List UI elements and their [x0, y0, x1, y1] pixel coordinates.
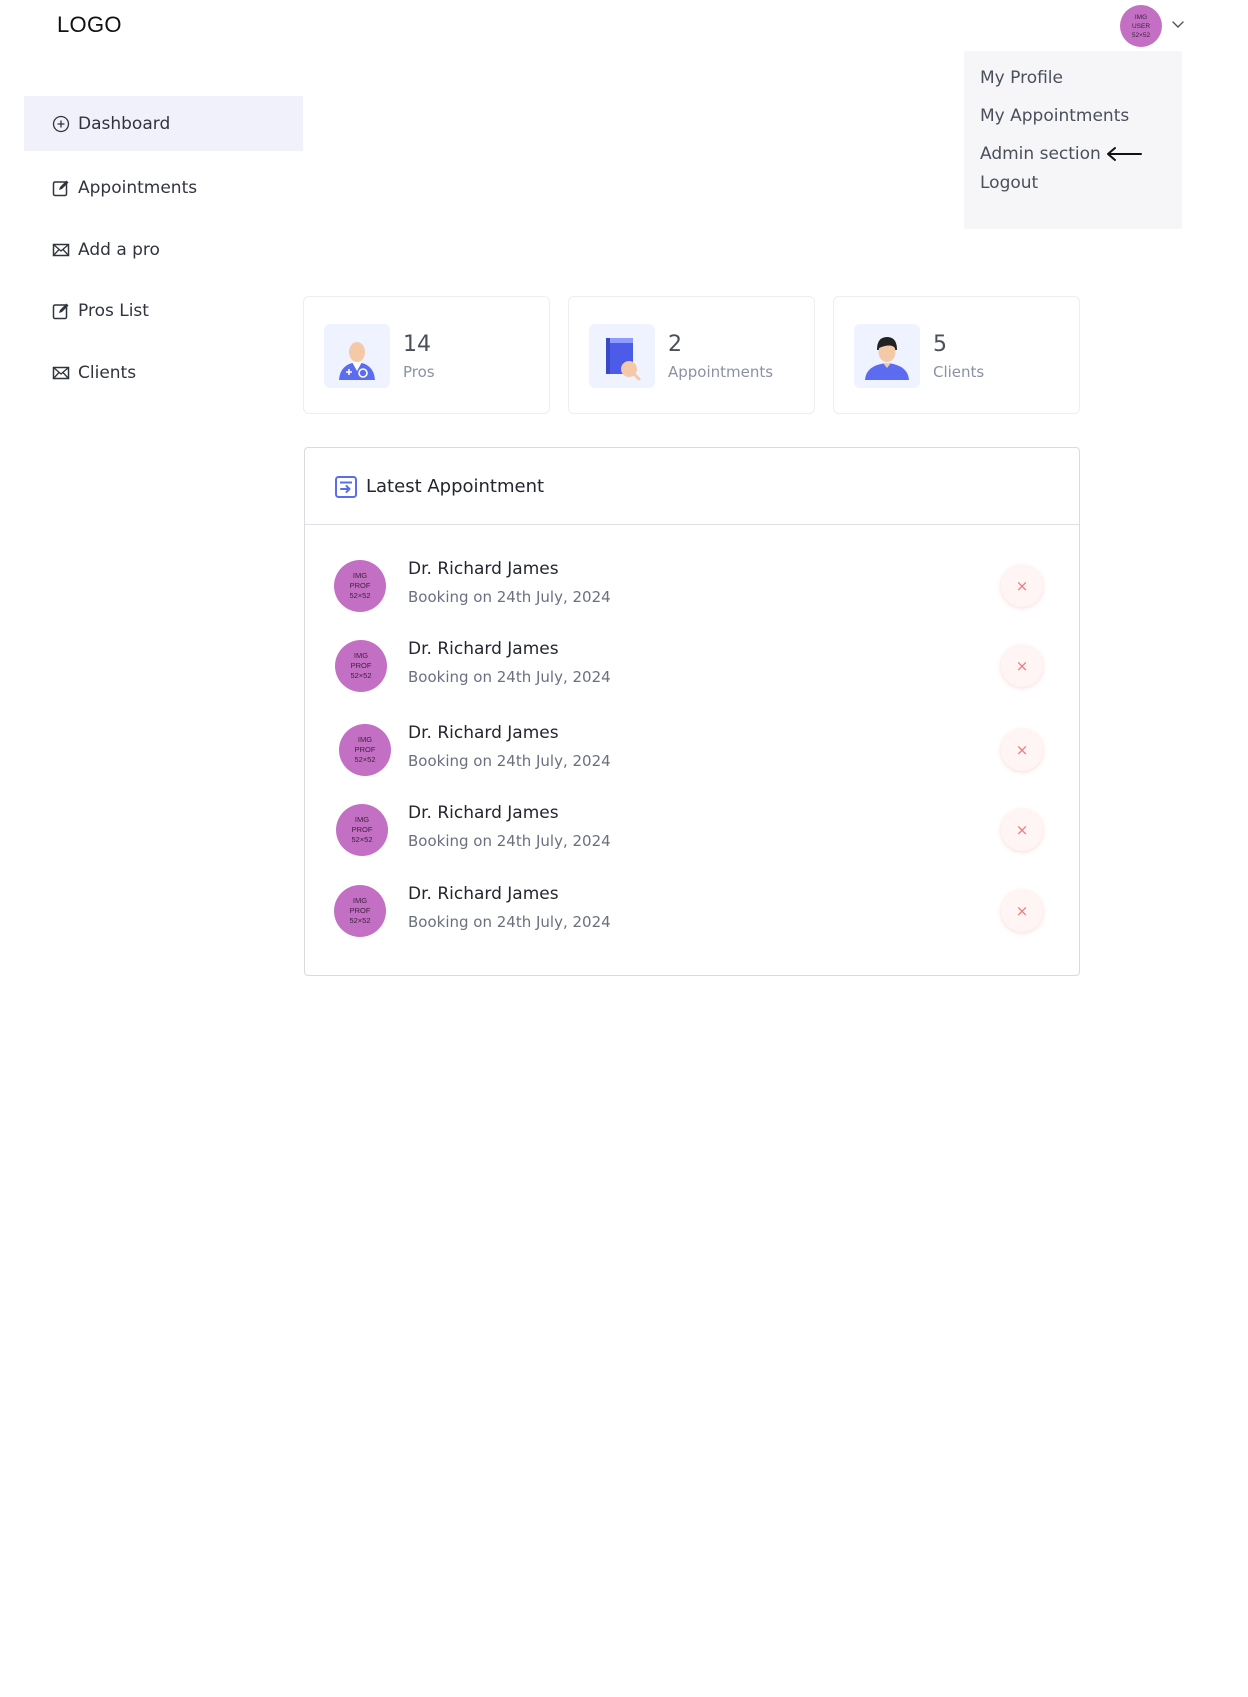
booking-date: Booking on 24th July, 2024 — [408, 832, 611, 850]
appointment-row: IMG PROF 52×52 Dr. Richard James Booking… — [305, 880, 1079, 950]
user-avatar-placeholder-text: IMG USER 52×52 — [1131, 13, 1151, 39]
appointment-row: IMG PROF 52×52 Dr. Richard James Booking… — [305, 553, 1079, 623]
avatar: IMG PROF 52×52 — [336, 804, 388, 856]
panel-header: Latest Appointment — [305, 448, 1079, 525]
stat-value: 14 — [403, 332, 431, 357]
menu-item-admin-section[interactable]: Admin section — [980, 144, 1101, 164]
sidebar-item-add-a-pro[interactable]: Add a pro — [24, 222, 303, 277]
avatar-placeholder-text: IMG PROF 52×52 — [350, 651, 372, 680]
close-icon: × — [1015, 902, 1029, 920]
menu-item-logout[interactable]: Logout — [980, 173, 1038, 193]
avatar: IMG PROF 52×52 — [335, 640, 387, 692]
sidebar-item-label: Clients — [78, 362, 137, 383]
logo[interactable]: LOGO — [57, 12, 122, 38]
sidebar-item-pros-list[interactable]: Pros List — [24, 283, 303, 338]
arrow-left-icon — [1107, 147, 1142, 161]
mail-icon — [52, 366, 70, 379]
avatar-placeholder-text: IMG PROF 52×52 — [349, 571, 371, 600]
close-icon: × — [1015, 821, 1029, 839]
sidebar-item-dashboard[interactable]: Dashboard — [24, 96, 303, 151]
sidebar-item-label: Appointments — [78, 177, 198, 198]
sidebar-item-clients[interactable]: Clients — [24, 345, 303, 400]
panel-title: Latest Appointment — [366, 476, 545, 497]
list-icon — [335, 476, 357, 498]
avatar-placeholder-text: IMG PROF 52×52 — [351, 815, 373, 844]
plus-circle-icon — [52, 115, 70, 132]
close-icon: × — [1015, 741, 1029, 759]
book-icon — [589, 324, 655, 388]
menu-item-my-profile[interactable]: My Profile — [980, 68, 1063, 88]
cancel-appointment-button[interactable]: × — [1001, 890, 1043, 932]
cancel-appointment-button[interactable]: × — [1001, 565, 1043, 607]
close-icon: × — [1015, 577, 1029, 595]
avatar: IMG PROF 52×52 — [334, 560, 386, 612]
appointment-row: IMG PROF 52×52 Dr. Richard James Booking… — [305, 718, 1079, 788]
stat-value: 2 — [668, 332, 682, 357]
stat-label: Appointments — [668, 363, 774, 381]
stat-card-appointments[interactable]: 2 Appointments — [568, 296, 815, 414]
avatar-placeholder-text: IMG PROF 52×52 — [349, 896, 371, 925]
avatar: IMG PROF 52×52 — [339, 724, 391, 776]
user-avatar[interactable]: IMG USER 52×52 — [1120, 5, 1162, 47]
booking-date: Booking on 24th July, 2024 — [408, 913, 611, 931]
stat-card-clients[interactable]: 5 Clients — [833, 296, 1080, 414]
client-icon — [854, 324, 920, 388]
latest-appointments-panel: Latest Appointment IMG PROF 52×52 Dr. Ri… — [304, 447, 1080, 976]
appointment-row: IMG PROF 52×52 Dr. Richard James Booking… — [305, 799, 1079, 869]
doctor-name: Dr. Richard James — [408, 639, 559, 659]
chevron-down-icon[interactable] — [1171, 17, 1185, 31]
booking-date: Booking on 24th July, 2024 — [408, 752, 611, 770]
edit-square-icon — [52, 303, 69, 319]
doctor-name: Dr. Richard James — [408, 803, 559, 823]
stat-label: Clients — [933, 363, 985, 381]
stat-card-pros[interactable]: 14 Pros — [303, 296, 550, 414]
sidebar-item-appointments[interactable]: Appointments — [24, 160, 303, 215]
cancel-appointment-button[interactable]: × — [1001, 729, 1043, 771]
stat-label: Pros — [403, 363, 435, 381]
cancel-appointment-button[interactable]: × — [1001, 645, 1043, 687]
cancel-appointment-button[interactable]: × — [1001, 809, 1043, 851]
doctor-name: Dr. Richard James — [408, 723, 559, 743]
mail-icon — [52, 243, 70, 256]
booking-date: Booking on 24th July, 2024 — [408, 668, 611, 686]
stat-value: 5 — [933, 332, 947, 357]
avatar-placeholder-text: IMG PROF 52×52 — [354, 735, 376, 764]
appointment-row: IMG PROF 52×52 Dr. Richard James Booking… — [305, 633, 1079, 703]
booking-date: Booking on 24th July, 2024 — [408, 588, 611, 606]
edit-square-icon — [52, 180, 69, 196]
doctor-name: Dr. Richard James — [408, 559, 559, 579]
sidebar-item-label: Dashboard — [78, 113, 171, 134]
sidebar-item-label: Add a pro — [78, 239, 160, 260]
doctor-name: Dr. Richard James — [408, 884, 559, 904]
sidebar-item-label: Pros List — [78, 300, 149, 321]
avatar: IMG PROF 52×52 — [334, 885, 386, 937]
doctor-icon — [324, 324, 390, 388]
user-dropdown-menu: My Profile My Appointments Admin section… — [964, 51, 1182, 229]
close-icon: × — [1015, 657, 1029, 675]
menu-item-my-appointments[interactable]: My Appointments — [980, 106, 1129, 126]
